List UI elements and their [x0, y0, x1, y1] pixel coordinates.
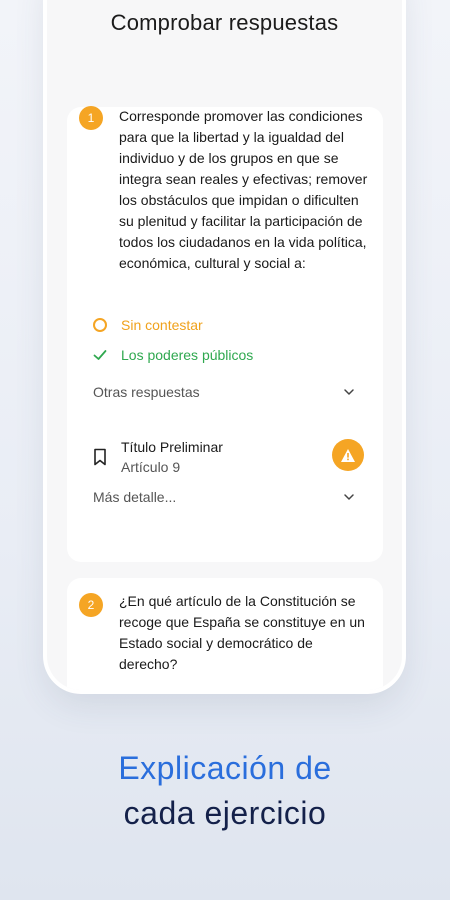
user-answer-row: Sin contestar	[93, 317, 203, 333]
reference-title: Título Preliminar	[121, 439, 223, 455]
correct-answer-label: Los poderes públicos	[121, 347, 254, 363]
caption-line-1: Explicación de	[118, 750, 332, 786]
reference-article: Artículo 9	[121, 459, 181, 475]
correct-answer-row: Los poderes públicos	[93, 347, 253, 363]
bookmark-icon	[94, 448, 106, 466]
report-warning-button[interactable]	[332, 439, 364, 471]
more-details-label: Más detalle...	[93, 489, 177, 505]
check-icon	[93, 350, 107, 360]
caption-line-2: cada ejercicio	[123, 795, 327, 831]
phone-mockup: Comprobar respuestas 1 Corresponde promo…	[47, 0, 402, 690]
other-answers-label: Otras respuestas	[93, 384, 200, 400]
warning-icon	[341, 448, 355, 462]
chevron-down-icon	[344, 494, 354, 500]
question-card: 2 ¿En qué artículo de la Constitución se…	[67, 578, 383, 690]
page-title: Comprobar respuestas	[110, 10, 339, 35]
question-text: ¿En qué artículo de la Constitución se r…	[119, 593, 365, 672]
question-number-badge: 1	[79, 106, 103, 130]
more-details-toggle[interactable]: Más detalle...	[93, 489, 355, 505]
circle-outline-icon	[93, 318, 107, 332]
other-answers-toggle[interactable]: Otras respuestas	[93, 384, 355, 400]
reference-text: Título Preliminar Artículo 9	[121, 437, 223, 477]
question-text: Corresponde promover las condiciones par…	[119, 108, 368, 271]
question-card: 1 Corresponde promover las condiciones p…	[67, 106, 383, 562]
user-answer-label: Sin contestar	[121, 317, 203, 333]
reference-row[interactable]: Título Preliminar Artículo 9	[93, 437, 223, 477]
chevron-down-icon	[344, 389, 354, 395]
question-number-badge: 2	[79, 593, 103, 617]
